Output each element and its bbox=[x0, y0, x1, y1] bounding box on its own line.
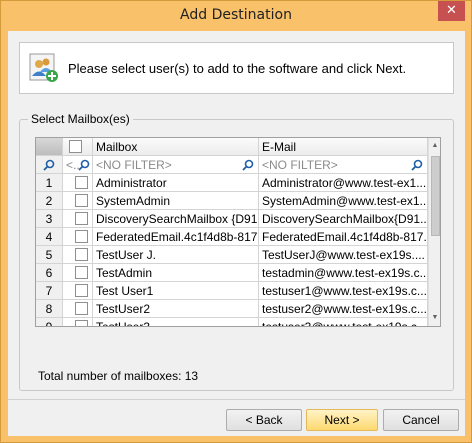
email-cell: testuser1@www.test-ex19s.c... bbox=[259, 282, 428, 300]
row-checkbox-cell bbox=[63, 192, 93, 210]
mailbox-cell: TestUser J. bbox=[93, 246, 259, 264]
row-checkbox[interactable] bbox=[75, 212, 88, 226]
scroll-down-arrow-icon[interactable]: ▼ bbox=[429, 310, 440, 326]
email-cell: Administrator@www.test-ex1... bbox=[259, 174, 428, 192]
mailbox-filter-input[interactable]: <NO FILTER> bbox=[93, 156, 259, 174]
table-row[interactable]: 3 DiscoverySearchMailbox {D91... Discove… bbox=[36, 210, 440, 228]
row-checkbox-cell bbox=[63, 300, 93, 318]
email-cell: testadmin@www.test-ex19s.c... bbox=[259, 264, 428, 282]
table-row[interactable]: 7 Test User1 testuser1@www.test-ex19s.c.… bbox=[36, 282, 440, 300]
window-title: Add Destination bbox=[180, 7, 292, 23]
mailbox-cell: FederatedEmail.4c1f4d8b-817... bbox=[93, 228, 259, 246]
dialog-body: Please select user(s) to add to the soft… bbox=[8, 31, 465, 436]
row-checkbox[interactable] bbox=[75, 266, 88, 280]
column-header-mailbox[interactable]: Mailbox bbox=[93, 138, 259, 156]
checkbox-filter-cell[interactable]: <.. bbox=[63, 156, 93, 174]
group-label: Select Mailbox(es) bbox=[28, 112, 133, 126]
row-number: 4 bbox=[36, 228, 63, 246]
row-number: 7 bbox=[36, 282, 63, 300]
mailbox-cell: TestAdmin bbox=[93, 264, 259, 282]
grid-vertical-scrollbar[interactable]: ▲ ▼ bbox=[428, 138, 440, 326]
table-row[interactable]: 9 TestUser3 testuser3@www.test-ex19s.c..… bbox=[36, 318, 440, 326]
row-checkbox[interactable] bbox=[75, 176, 88, 190]
row-checkbox-cell bbox=[63, 174, 93, 192]
select-mailboxes-group: Select Mailbox(es) Mailbox E-Mail <.. <N… bbox=[19, 112, 454, 391]
email-cell: testuser3@www.test-ex19s.c... bbox=[259, 318, 428, 326]
row-number: 9 bbox=[36, 318, 63, 326]
mailbox-cell: TestUser2 bbox=[93, 300, 259, 318]
row-checkbox-cell bbox=[63, 318, 93, 326]
grid-header-row: Mailbox E-Mail bbox=[36, 138, 440, 156]
checkbox-filter-search-icon bbox=[78, 159, 90, 171]
cancel-button[interactable]: Cancel bbox=[383, 409, 459, 431]
filter-row: <.. <NO FILTER> <NO FILTER> bbox=[36, 156, 440, 174]
close-button[interactable]: ✕ bbox=[438, 1, 465, 21]
mailbox-cell: Administrator bbox=[93, 174, 259, 192]
footer-divider bbox=[8, 399, 465, 400]
filter-search-icon bbox=[43, 159, 55, 171]
column-header-email[interactable]: E-Mail bbox=[259, 138, 428, 156]
email-cell: testuser2@www.test-ex19s.c... bbox=[259, 300, 428, 318]
row-checkbox-cell bbox=[63, 210, 93, 228]
email-filter-search-icon bbox=[411, 159, 423, 171]
total-mailboxes-label: Total number of mailboxes: 13 bbox=[38, 369, 199, 383]
email-cell: TestUserJ@www.test-ex19s.... bbox=[259, 246, 428, 264]
mailbox-cell: SystemAdmin bbox=[93, 192, 259, 210]
row-checkbox[interactable] bbox=[75, 284, 88, 298]
select-all-cell bbox=[63, 138, 93, 156]
table-row[interactable]: 1 Administrator Administrator@www.test-e… bbox=[36, 174, 440, 192]
row-header-corner bbox=[36, 138, 63, 156]
mailbox-cell: DiscoverySearchMailbox {D91... bbox=[93, 210, 259, 228]
row-checkbox-cell bbox=[63, 264, 93, 282]
row-checkbox[interactable] bbox=[75, 248, 88, 262]
back-button[interactable]: < Back bbox=[226, 409, 302, 431]
table-row[interactable]: 2 SystemAdmin SystemAdmin@www.test-ex1..… bbox=[36, 192, 440, 210]
row-checkbox-cell bbox=[63, 228, 93, 246]
row-checkbox[interactable] bbox=[75, 230, 88, 244]
row-number: 5 bbox=[36, 246, 63, 264]
row-number: 3 bbox=[36, 210, 63, 228]
row-number: 1 bbox=[36, 174, 63, 192]
email-cell: SystemAdmin@www.test-ex1... bbox=[259, 192, 428, 210]
scroll-thumb[interactable] bbox=[431, 156, 440, 236]
row-checkbox-cell bbox=[63, 246, 93, 264]
scroll-up-arrow-icon[interactable]: ▲ bbox=[429, 138, 440, 154]
title-bar[interactable]: Add Destination ✕ bbox=[1, 1, 471, 31]
mailbox-filter-search-icon bbox=[242, 159, 254, 171]
add-users-icon bbox=[29, 53, 58, 82]
row-number: 2 bbox=[36, 192, 63, 210]
row-checkbox[interactable] bbox=[75, 194, 88, 208]
instruction-panel: Please select user(s) to add to the soft… bbox=[19, 42, 454, 94]
table-row[interactable]: 6 TestAdmin testadmin@www.test-ex19s.c..… bbox=[36, 264, 440, 282]
email-cell: DiscoverySearchMailbox{D91... bbox=[259, 210, 428, 228]
email-filter-placeholder: <NO FILTER> bbox=[262, 158, 338, 172]
instruction-text: Please select user(s) to add to the soft… bbox=[68, 61, 407, 76]
mailbox-grid: Mailbox E-Mail <.. <NO FILTER> <NO FILTE… bbox=[35, 137, 441, 327]
table-row[interactable]: 8 TestUser2 testuser2@www.test-ex19s.c..… bbox=[36, 300, 440, 318]
email-cell: FederatedEmail.4c1f4d8b-817... bbox=[259, 228, 428, 246]
mailbox-cell: Test User1 bbox=[93, 282, 259, 300]
email-filter-input[interactable]: <NO FILTER> bbox=[259, 156, 428, 174]
table-row[interactable]: 4 FederatedEmail.4c1f4d8b-817... Federat… bbox=[36, 228, 440, 246]
add-destination-window: Add Destination ✕ Please select user(s) … bbox=[0, 0, 472, 443]
filter-row-header bbox=[36, 156, 63, 174]
row-number: 8 bbox=[36, 300, 63, 318]
row-number: 6 bbox=[36, 264, 63, 282]
table-row[interactable]: 5 TestUser J. TestUserJ@www.test-ex19s..… bbox=[36, 246, 440, 264]
mailbox-cell: TestUser3 bbox=[93, 318, 259, 326]
select-all-checkbox[interactable] bbox=[69, 140, 82, 154]
row-checkbox-cell bbox=[63, 282, 93, 300]
next-button[interactable]: Next > bbox=[306, 409, 378, 431]
row-checkbox[interactable] bbox=[75, 302, 88, 316]
mailbox-filter-placeholder: <NO FILTER> bbox=[96, 158, 172, 172]
row-checkbox[interactable] bbox=[75, 320, 88, 326]
